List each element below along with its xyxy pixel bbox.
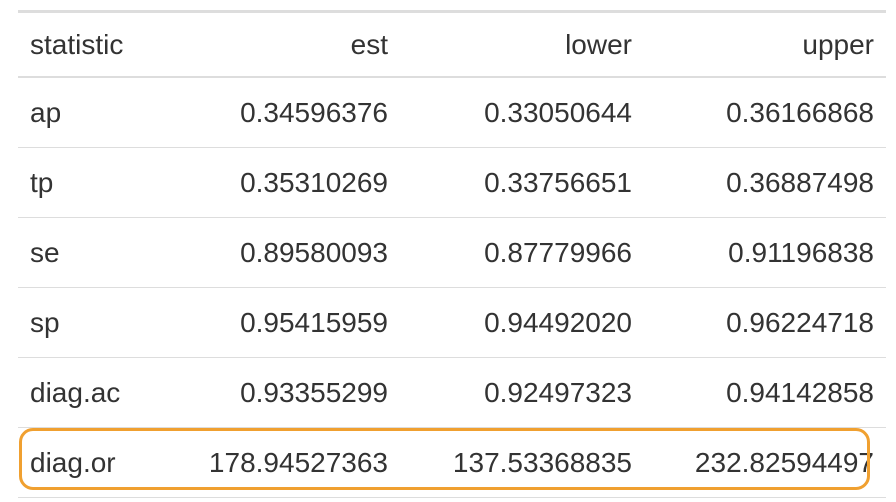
cell-upper: 0.36166868 [644, 76, 886, 148]
cell-statistic: sp [18, 287, 163, 358]
cell-est: 178.94527363 [163, 427, 400, 498]
header-row: statistic est lower upper [18, 11, 886, 78]
cell-lower: 0.87779966 [400, 217, 644, 288]
table-header: statistic est lower upper [18, 11, 886, 78]
cell-upper: 0.94142858 [644, 357, 886, 428]
column-header-upper: upper [644, 11, 886, 78]
table-row: se 0.89580093 0.87779966 0.91196838 [18, 217, 886, 288]
cell-lower: 0.94492020 [400, 287, 644, 358]
cell-est: 0.89580093 [163, 217, 400, 288]
cell-statistic: diag.ac [18, 357, 163, 428]
cell-statistic: se [18, 217, 163, 288]
cell-est: 0.34596376 [163, 76, 400, 148]
column-header-est: est [163, 11, 400, 78]
cell-est: 0.93355299 [163, 357, 400, 428]
cell-upper: 232.82594497 [644, 427, 886, 498]
cell-statistic: diag.or [18, 427, 163, 498]
cell-lower: 0.33050644 [400, 76, 644, 148]
column-header-lower: lower [400, 11, 644, 78]
table-row-highlighted: diag.or 178.94527363 137.53368835 232.82… [18, 427, 886, 498]
cell-upper: 0.96224718 [644, 287, 886, 358]
table-row: tp 0.35310269 0.33756651 0.36887498 [18, 147, 886, 218]
cell-statistic: tp [18, 147, 163, 218]
results-table-container: statistic est lower upper ap 0.34596376 … [18, 10, 886, 498]
cell-upper: 0.36887498 [644, 147, 886, 218]
cell-lower: 0.33756651 [400, 147, 644, 218]
cell-lower: 137.53368835 [400, 427, 644, 498]
table-body: ap 0.34596376 0.33050644 0.36166868 tp 0… [18, 76, 886, 498]
cell-est: 0.35310269 [163, 147, 400, 218]
results-table: statistic est lower upper ap 0.34596376 … [18, 10, 886, 498]
cell-lower: 0.92497323 [400, 357, 644, 428]
cell-est: 0.95415959 [163, 287, 400, 358]
cell-upper: 0.91196838 [644, 217, 886, 288]
column-header-statistic: statistic [18, 11, 163, 78]
table-row: ap 0.34596376 0.33050644 0.36166868 [18, 76, 886, 148]
table-row: diag.ac 0.93355299 0.92497323 0.94142858 [18, 357, 886, 428]
table-row: sp 0.95415959 0.94492020 0.96224718 [18, 287, 886, 358]
cell-statistic: ap [18, 76, 163, 148]
